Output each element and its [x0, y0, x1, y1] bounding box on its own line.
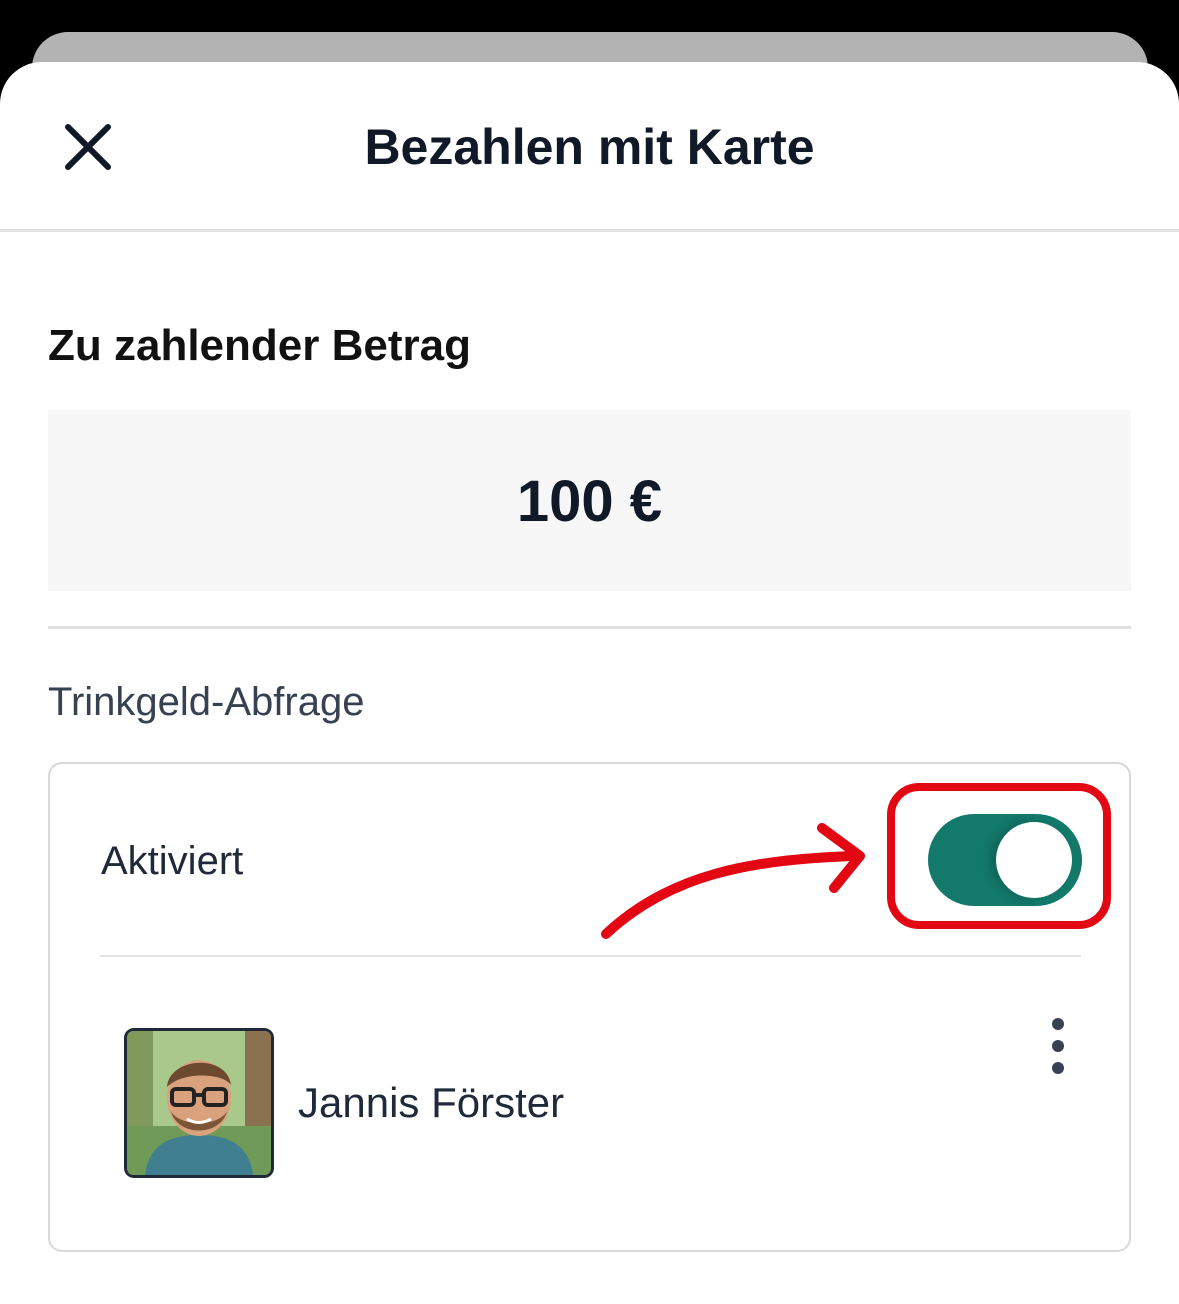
- more-vertical-icon: [1052, 1018, 1064, 1074]
- sheet-header: Bezahlen mit Karte: [0, 62, 1179, 232]
- section-divider: [48, 626, 1131, 629]
- page-title: Bezahlen mit Karte: [364, 119, 815, 175]
- amount-value: 100 €: [516, 469, 663, 534]
- tip-section-label: Trinkgeld-Abfrage: [48, 680, 365, 724]
- amount-label: Zu zahlender Betrag: [48, 321, 471, 370]
- card-divider: [100, 955, 1081, 957]
- tip-settings-card: Aktiviert Jannis Förster: [48, 762, 1131, 1252]
- toggle-knob: [996, 822, 1072, 898]
- tip-toggle[interactable]: [928, 814, 1082, 906]
- employee-row: Jannis Förster: [100, 994, 1081, 1194]
- avatar: [124, 1028, 274, 1178]
- payment-sheet: Bezahlen mit Karte Zu zahlender Betrag 1…: [0, 62, 1179, 1304]
- employee-name: Jannis Förster: [298, 1079, 565, 1126]
- tip-toggle-label: Aktiviert: [101, 839, 244, 883]
- annotation-arrow-icon: [601, 823, 865, 939]
- amount-display: 100 €: [48, 410, 1131, 591]
- more-options-button[interactable]: [1040, 1008, 1076, 1092]
